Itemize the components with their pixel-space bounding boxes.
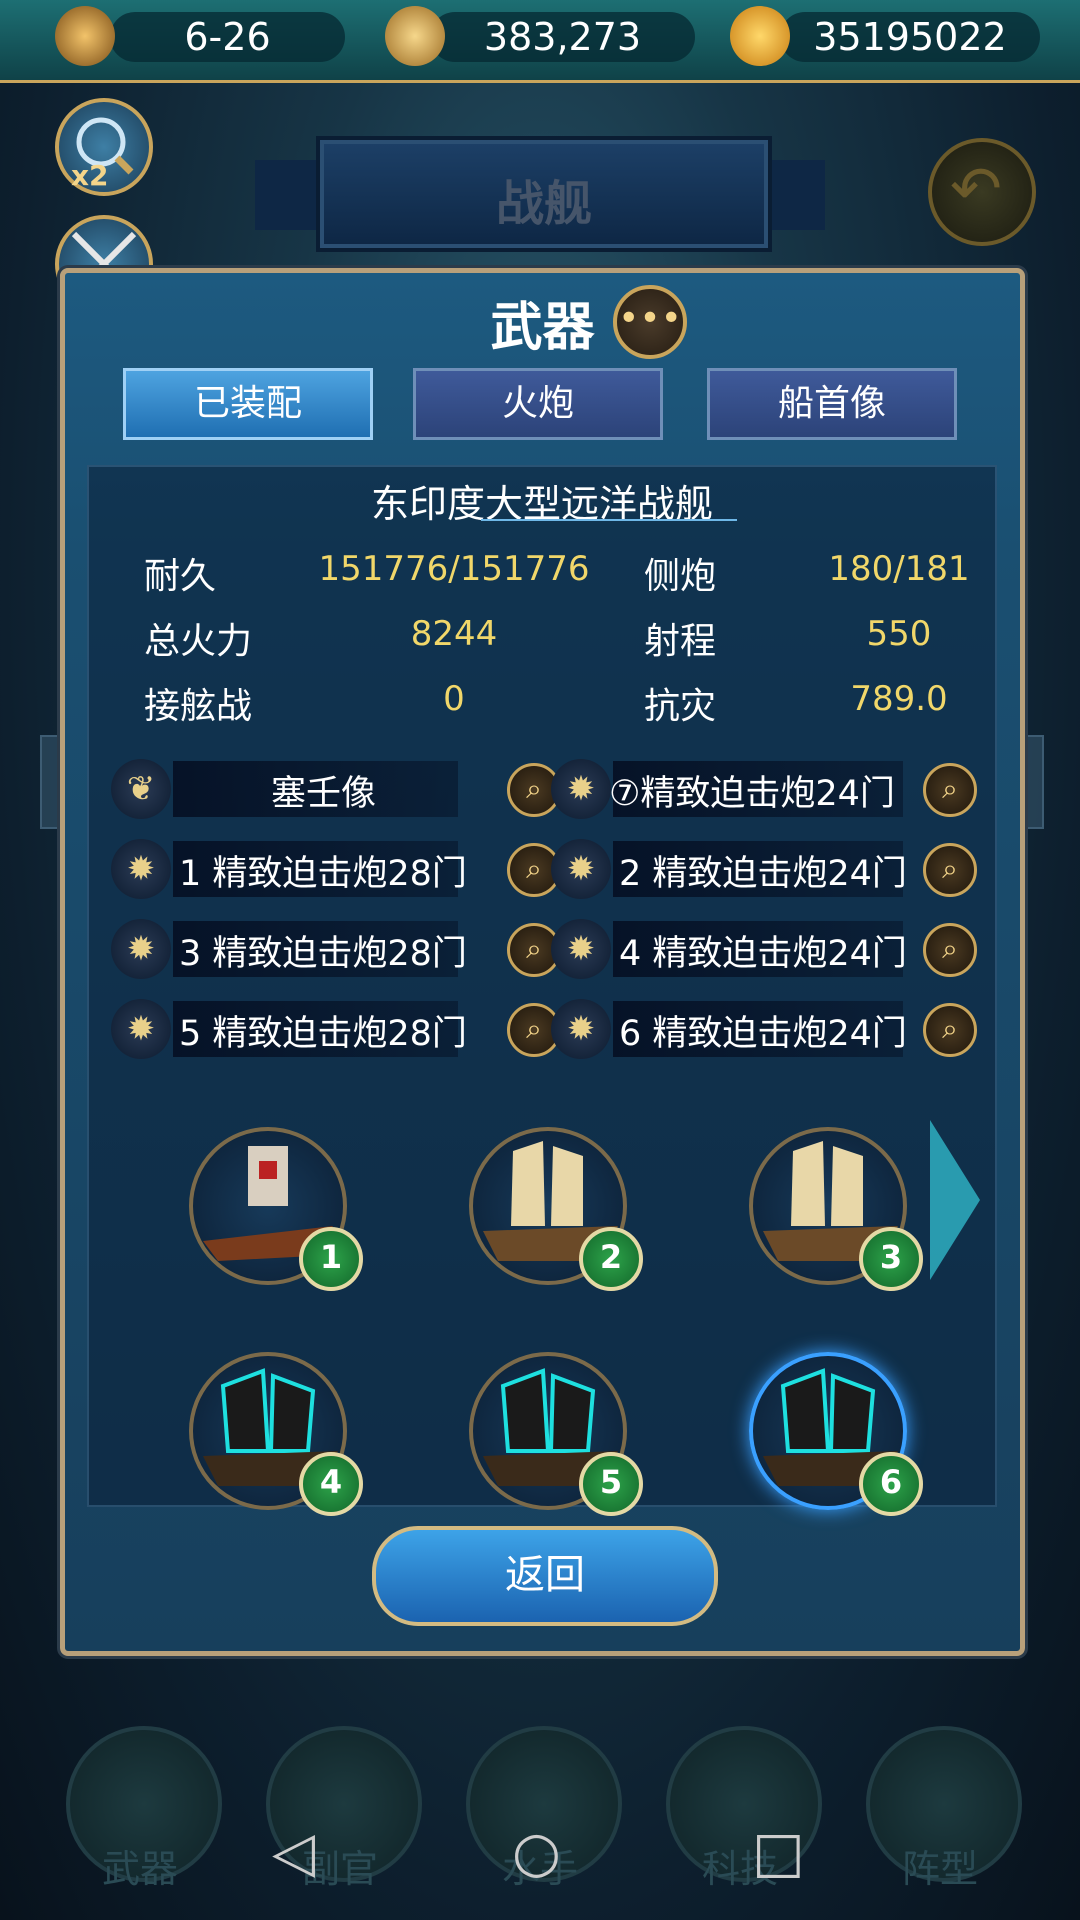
back-arrow-icon: ↶	[950, 152, 1002, 225]
bottom-nav: 武器 副官 水手 科技 阵型	[0, 1716, 1080, 1920]
cannon-icon: ✹	[551, 759, 611, 819]
fleet-ship-1[interactable]: 1	[169, 1087, 419, 1291]
equipment-slot-4[interactable]: ✹ 4 精致迫击炮24门 ⌕	[551, 919, 977, 979]
magnify-icon[interactable]: ⌕	[923, 763, 977, 817]
cannon-icon: ✹	[111, 999, 171, 1059]
gold-value: 35195022	[813, 15, 1007, 59]
magnify-icon[interactable]: ⌕	[923, 923, 977, 977]
magnify-icon[interactable]: ⌕	[923, 1003, 977, 1057]
gold-anchor-icon	[730, 6, 790, 66]
cannon-icon: ✹	[551, 839, 611, 899]
stat-label-firepower: 总火力	[144, 621, 253, 662]
back-button[interactable]: ↶	[928, 138, 1036, 246]
badge-multiplier: x2	[71, 159, 109, 192]
equipment-label: 2 精致迫击炮24门	[619, 854, 907, 894]
next-page-arrow-icon[interactable]	[930, 1120, 980, 1280]
figurehead-name: 塞壬像	[271, 774, 377, 814]
fleet-ship-2[interactable]: 2	[449, 1087, 699, 1291]
stat-value-boarding: 0	[443, 679, 465, 719]
cannon-icon: ✹	[551, 999, 611, 1059]
ship-number-badge: 4	[299, 1452, 363, 1516]
cannon-icon: ✹	[551, 919, 611, 979]
system-back-icon[interactable]: ◁	[272, 1820, 315, 1885]
stat-label-disaster-resist: 抗灾	[644, 686, 717, 727]
ship-number-badge: 2	[579, 1227, 643, 1291]
equipment-label: 4 精致迫击炮24门	[619, 934, 907, 974]
cannon-icon: ✹	[111, 919, 171, 979]
system-home-icon[interactable]: ○	[512, 1820, 561, 1885]
page-title: 战舰	[495, 176, 592, 232]
stat-value-range: 550	[866, 614, 932, 654]
ship-number-badge: 3	[859, 1227, 923, 1291]
ship-info-box: 东印度大型远洋战舰 耐久 151776/151776 侧炮 180/181 总火…	[87, 465, 997, 1516]
stat-label-durability: 耐久	[144, 556, 217, 597]
panel-title: 武器	[490, 298, 595, 358]
ship-number-badge: 6	[859, 1452, 923, 1516]
nav-label: 阵型	[901, 1847, 978, 1891]
equipment-slot-6[interactable]: ✹ 6 精致迫击炮24门 ⌕	[551, 999, 977, 1059]
nav-weapons[interactable]: 武器	[66, 1726, 222, 1891]
page-title-ribbon: 战舰	[320, 140, 768, 248]
stat-value-durability: 151776/151776	[318, 549, 590, 589]
magnify-icon[interactable]: ⌕	[923, 843, 977, 897]
tab-equipped[interactable]: 已装配	[123, 368, 373, 440]
equipment-slot-2[interactable]: ✹ 2 精致迫击炮24门 ⌕	[551, 839, 977, 899]
resource-compass: 383,273	[430, 12, 695, 62]
equipment-label: 1 精致迫击炮28门	[179, 854, 467, 894]
stat-value-firepower: 8244	[410, 614, 498, 654]
return-button[interactable]: 返回	[372, 1526, 718, 1626]
resource-gold: 35195022	[780, 12, 1040, 62]
stat-label-range: 射程	[644, 621, 717, 662]
stat-label-broadside: 侧炮	[644, 556, 717, 597]
resource-days: 6-26	[110, 12, 345, 62]
equipment-label: 6 精致迫击炮24门	[619, 1014, 907, 1054]
stat-value-disaster-resist: 789.0	[850, 679, 948, 719]
tab-cannons[interactable]: 火炮	[413, 368, 663, 440]
top-resource-bar: 6-26 383,273 35195022	[0, 0, 1080, 83]
weapons-panel: 武器 ••• 已装配 火炮 船首像 东印度大型远洋战舰 耐久 151776/15…	[60, 268, 1025, 1656]
cannon-icon: ✹	[111, 839, 171, 899]
magnify-x2-badge[interactable]: x2	[55, 98, 153, 196]
nav-label: 武器	[101, 1847, 178, 1891]
equipment-slot-7[interactable]: ✹ ⑦精致迫击炮24门 ⌕	[551, 759, 977, 819]
ship-number-badge: 5	[579, 1452, 643, 1516]
equipment-slot-5[interactable]: ✹ 5 精致迫击炮28门 ⌕	[111, 999, 561, 1059]
figurehead-slot[interactable]: ❦ 塞壬像 ⌕	[111, 759, 561, 819]
chat-bubble-icon[interactable]: •••	[613, 285, 687, 359]
fleet-ship-4[interactable]: 4	[169, 1312, 419, 1516]
stat-label-boarding: 接舷战	[144, 686, 253, 727]
ship-number-badge: 1	[299, 1227, 363, 1291]
compass-value: 383,273	[483, 15, 642, 59]
equipment-label: 5 精致迫击炮28门	[179, 1014, 467, 1054]
system-recents-icon[interactable]: □	[752, 1820, 805, 1885]
days-value: 6-26	[184, 15, 271, 59]
wing-icon: ❦	[111, 759, 171, 819]
nav-formation[interactable]: 阵型	[866, 1726, 1022, 1891]
equipment-slot-3[interactable]: ✹ 3 精致迫击炮28门 ⌕	[111, 919, 561, 979]
fleet-ship-6[interactable]: 6	[729, 1312, 979, 1516]
stat-value-broadside: 180/181	[828, 549, 970, 589]
fleet-ship-5[interactable]: 5	[449, 1312, 699, 1516]
equipment-label: 3 精致迫击炮28门	[179, 934, 467, 974]
equipment-label: ⑦精致迫击炮24门	[609, 774, 895, 814]
ship-name-underline	[481, 519, 737, 521]
tab-figurehead[interactable]: 船首像	[707, 368, 957, 440]
hourglass-icon	[55, 6, 115, 66]
compass-icon	[385, 6, 445, 66]
equipment-slot-1[interactable]: ✹ 1 精致迫击炮28门 ⌕	[111, 839, 561, 899]
